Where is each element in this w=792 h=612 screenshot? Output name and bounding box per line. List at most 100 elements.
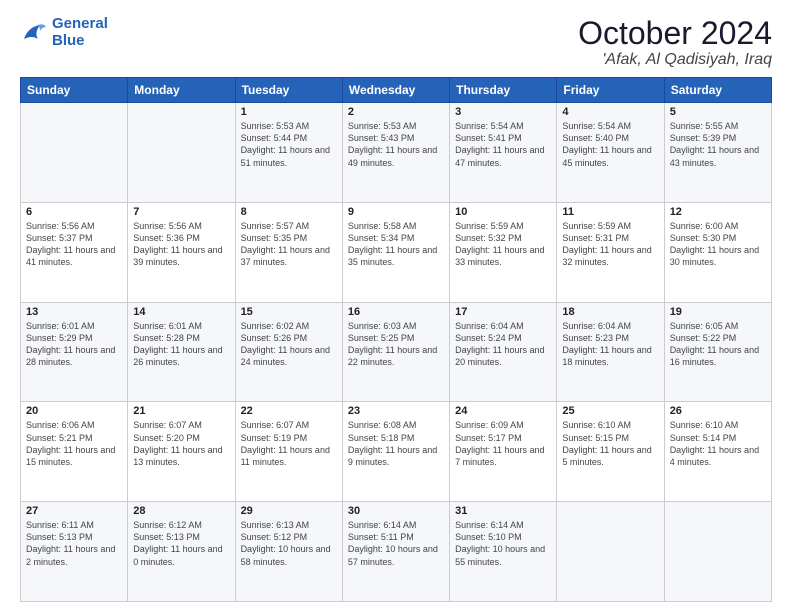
day-number: 13 [26, 306, 122, 318]
day-info: Sunrise: 5:54 AM Sunset: 5:41 PM Dayligh… [455, 120, 551, 169]
header-saturday: Saturday [664, 78, 771, 103]
calendar-cell: 23 Sunrise: 6:08 AM Sunset: 5:18 PM Dayli… [342, 402, 449, 502]
header-tuesday: Tuesday [235, 78, 342, 103]
calendar-cell: 6Sunrise: 5:56 AM Sunset: 5:37 PM Daylig… [21, 202, 128, 302]
day-number: 24 [455, 405, 551, 417]
day-info: Sunrise: 5:59 AM Sunset: 5:32 PM Dayligh… [455, 220, 551, 269]
day-info: Sunrise: 6:08 AM Sunset: 5:18 PM Dayligh… [348, 419, 444, 468]
day-number: 25 [562, 405, 658, 417]
day-info: Sunrise: 5:57 AM Sunset: 5:35 PM Dayligh… [241, 220, 337, 269]
day-info: Sunrise: 6:01 AM Sunset: 5:28 PM Dayligh… [133, 320, 229, 369]
header: General Blue October 2024 'Afak, Al Qadi… [20, 16, 772, 69]
day-number: 26 [670, 405, 766, 417]
calendar-cell: 17 Sunrise: 6:04 AM Sunset: 5:24 PM Dayli… [450, 302, 557, 402]
day-info: Sunrise: 5:54 AM Sunset: 5:40 PM Dayligh… [562, 120, 658, 169]
day-number: 27 [26, 505, 122, 517]
day-info: Sunrise: 6:00 AM Sunset: 5:30 PM Dayligh… [670, 220, 766, 269]
page: General Blue October 2024 'Afak, Al Qadi… [0, 0, 792, 612]
day-number: 31 [455, 505, 551, 517]
day-info: Sunrise: 6:04 AM Sunset: 5:23 PM Dayligh… [562, 320, 658, 369]
day-info: Sunrise: 6:01 AM Sunset: 5:29 PM Dayligh… [26, 320, 122, 369]
calendar-cell: 18 Sunrise: 6:04 AM Sunset: 5:23 PM Dayli… [557, 302, 664, 402]
calendar-week-4: 20 Sunrise: 6:06 AM Sunset: 5:21 PM Dayli… [21, 402, 772, 502]
day-number: 17 [455, 306, 551, 318]
calendar-cell: 15Sunrise: 6:02 AM Sunset: 5:26 PM Dayli… [235, 302, 342, 402]
day-info: Sunrise: 6:07 AM Sunset: 5:20 PM Dayligh… [133, 419, 229, 468]
calendar-cell: 31 Sunrise: 6:14 AM Sunset: 5:10 PM Dayli… [450, 502, 557, 602]
calendar: Sunday Monday Tuesday Wednesday Thursday… [20, 77, 772, 602]
calendar-cell: 13 Sunrise: 6:01 AM Sunset: 5:29 PM Dayli… [21, 302, 128, 402]
calendar-cell: 1 Sunrise: 5:53 AM Sunset: 5:44 PM Daylig… [235, 103, 342, 203]
calendar-cell [21, 103, 128, 203]
calendar-cell [664, 502, 771, 602]
day-number: 19 [670, 306, 766, 318]
calendar-cell [557, 502, 664, 602]
calendar-cell: 19 Sunrise: 6:05 AM Sunset: 5:22 PM Dayli… [664, 302, 771, 402]
calendar-cell: 3 Sunrise: 5:54 AM Sunset: 5:41 PM Daylig… [450, 103, 557, 203]
day-number: 8 [241, 206, 337, 218]
calendar-week-1: 1 Sunrise: 5:53 AM Sunset: 5:44 PM Daylig… [21, 103, 772, 203]
calendar-cell [128, 103, 235, 203]
logo-icon [20, 19, 48, 47]
day-info: Sunrise: 6:05 AM Sunset: 5:22 PM Dayligh… [670, 320, 766, 369]
day-info: Sunrise: 6:07 AM Sunset: 5:19 PM Dayligh… [241, 419, 337, 468]
day-info: Sunrise: 5:55 AM Sunset: 5:39 PM Dayligh… [670, 120, 766, 169]
day-number: 3 [455, 106, 551, 118]
day-info: Sunrise: 5:53 AM Sunset: 5:44 PM Dayligh… [241, 120, 337, 169]
calendar-cell: 8 Sunrise: 5:57 AM Sunset: 5:35 PM Daylig… [235, 202, 342, 302]
calendar-cell: 22 Sunrise: 6:07 AM Sunset: 5:19 PM Dayli… [235, 402, 342, 502]
calendar-cell: 21 Sunrise: 6:07 AM Sunset: 5:20 PM Dayli… [128, 402, 235, 502]
logo-text-general: General [52, 15, 108, 32]
day-number: 23 [348, 405, 444, 417]
logo-text-blue: Blue [52, 32, 85, 49]
day-info: Sunrise: 6:10 AM Sunset: 5:15 PM Dayligh… [562, 419, 658, 468]
day-info: Sunrise: 6:13 AM Sunset: 5:12 PM Dayligh… [241, 519, 337, 568]
calendar-cell: 9 Sunrise: 5:58 AM Sunset: 5:34 PM Daylig… [342, 202, 449, 302]
calendar-cell: 10Sunrise: 5:59 AM Sunset: 5:32 PM Dayli… [450, 202, 557, 302]
day-info: Sunrise: 6:14 AM Sunset: 5:11 PM Dayligh… [348, 519, 444, 568]
day-number: 21 [133, 405, 229, 417]
day-info: Sunrise: 6:04 AM Sunset: 5:24 PM Dayligh… [455, 320, 551, 369]
month-title: October 2024 [578, 16, 772, 51]
logo-text: General Blue [52, 16, 108, 49]
day-number: 18 [562, 306, 658, 318]
day-number: 7 [133, 206, 229, 218]
day-number: 20 [26, 405, 122, 417]
calendar-cell: 28 Sunrise: 6:12 AM Sunset: 5:13 PM Dayli… [128, 502, 235, 602]
day-info: Sunrise: 6:02 AM Sunset: 5:26 PM Dayligh… [241, 320, 337, 369]
calendar-cell: 11Sunrise: 5:59 AM Sunset: 5:31 PM Dayli… [557, 202, 664, 302]
header-thursday: Thursday [450, 78, 557, 103]
header-wednesday: Wednesday [342, 78, 449, 103]
day-info: Sunrise: 6:03 AM Sunset: 5:25 PM Dayligh… [348, 320, 444, 369]
calendar-table: Sunday Monday Tuesday Wednesday Thursday… [20, 77, 772, 602]
day-info: Sunrise: 5:56 AM Sunset: 5:37 PM Dayligh… [26, 220, 122, 269]
logo: General Blue [20, 16, 108, 49]
calendar-cell: 30Sunrise: 6:14 AM Sunset: 5:11 PM Dayli… [342, 502, 449, 602]
day-info: Sunrise: 6:11 AM Sunset: 5:13 PM Dayligh… [26, 519, 122, 568]
calendar-cell: 12 Sunrise: 6:00 AM Sunset: 5:30 PM Dayli… [664, 202, 771, 302]
day-info: Sunrise: 6:10 AM Sunset: 5:14 PM Dayligh… [670, 419, 766, 468]
header-friday: Friday [557, 78, 664, 103]
calendar-body: 1 Sunrise: 5:53 AM Sunset: 5:44 PM Daylig… [21, 103, 772, 602]
calendar-cell: 14Sunrise: 6:01 AM Sunset: 5:28 PM Dayli… [128, 302, 235, 402]
calendar-cell: 24Sunrise: 6:09 AM Sunset: 5:17 PM Dayli… [450, 402, 557, 502]
calendar-cell: 25 Sunrise: 6:10 AM Sunset: 5:15 PM Dayli… [557, 402, 664, 502]
day-info: Sunrise: 6:06 AM Sunset: 5:21 PM Dayligh… [26, 419, 122, 468]
day-number: 1 [241, 106, 337, 118]
day-info: Sunrise: 6:14 AM Sunset: 5:10 PM Dayligh… [455, 519, 551, 568]
calendar-header: Sunday Monday Tuesday Wednesday Thursday… [21, 78, 772, 103]
calendar-cell: 5Sunrise: 5:55 AM Sunset: 5:39 PM Daylig… [664, 103, 771, 203]
day-number: 9 [348, 206, 444, 218]
day-number: 28 [133, 505, 229, 517]
day-number: 22 [241, 405, 337, 417]
calendar-cell: 29 Sunrise: 6:13 AM Sunset: 5:12 PM Dayli… [235, 502, 342, 602]
header-monday: Monday [128, 78, 235, 103]
day-info: Sunrise: 5:58 AM Sunset: 5:34 PM Dayligh… [348, 220, 444, 269]
day-number: 12 [670, 206, 766, 218]
title-block: October 2024 'Afak, Al Qadisiyah, Iraq [578, 16, 772, 69]
day-number: 29 [241, 505, 337, 517]
calendar-cell: 2Sunrise: 5:53 AM Sunset: 5:43 PM Daylig… [342, 103, 449, 203]
calendar-cell: 27 Sunrise: 6:11 AM Sunset: 5:13 PM Dayli… [21, 502, 128, 602]
day-info: Sunrise: 6:12 AM Sunset: 5:13 PM Dayligh… [133, 519, 229, 568]
weekday-row: Sunday Monday Tuesday Wednesday Thursday… [21, 78, 772, 103]
